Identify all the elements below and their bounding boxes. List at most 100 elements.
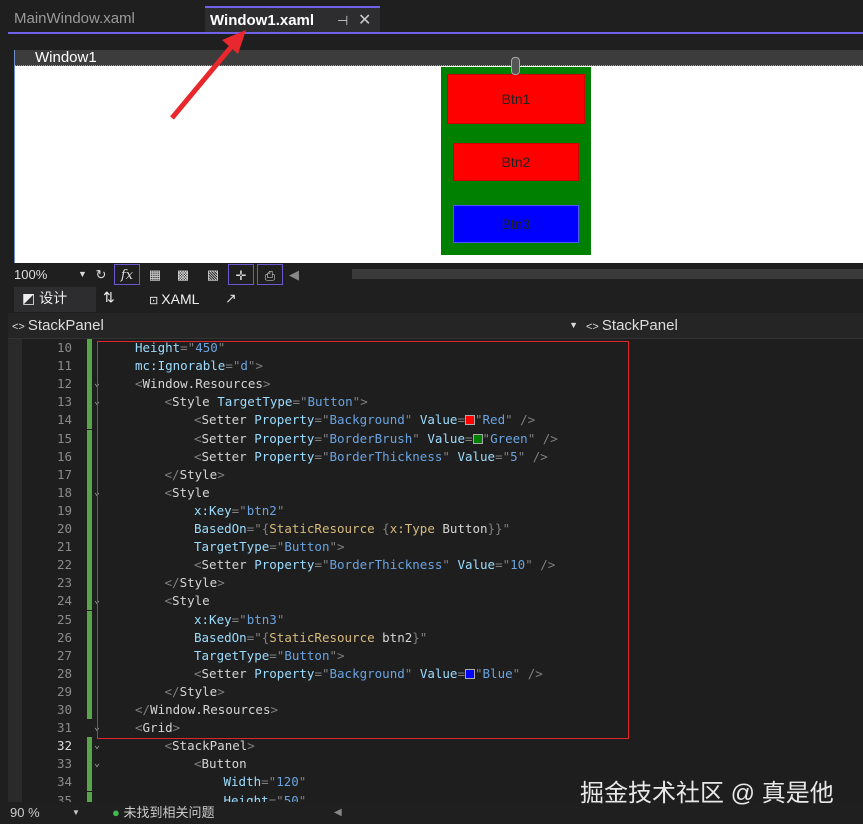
view-switcher: ◩ 设计 ⇅ ⊡ XAML ↗ <box>8 287 863 312</box>
line-number: 18 <box>28 484 72 502</box>
element-icon: <> <box>586 321 602 333</box>
navigation-bar: <> StackPanel ▼ <> StackPanel <box>8 313 863 339</box>
line-number: 15 <box>28 430 72 448</box>
change-marker <box>87 592 92 610</box>
line-number: 27 <box>28 647 72 665</box>
watermark: 掘金技术社区 @ 真是他 <box>580 773 834 808</box>
change-marker <box>87 375 92 393</box>
refresh-icon[interactable]: ↻ <box>92 264 110 285</box>
device-icon[interactable]: ⎙ <box>257 264 283 285</box>
snap-grid-icon[interactable]: ▩ <box>172 264 194 285</box>
line-number: 29 <box>28 683 72 701</box>
checker-icon[interactable]: ▧ <box>202 264 224 285</box>
change-marker <box>87 466 92 484</box>
scroll-left-icon[interactable]: ◀ <box>288 264 300 285</box>
element-dropdown-right[interactable]: <> StackPanel <box>586 317 678 334</box>
highlight-box-annotation <box>97 341 629 739</box>
line-number: 34 <box>28 773 72 791</box>
btn2-preview[interactable]: Btn2 <box>453 143 579 181</box>
line-number: 11 <box>28 357 72 375</box>
change-marker <box>87 755 92 773</box>
dropdown-value: StackPanel <box>602 317 678 334</box>
change-marker <box>87 448 92 466</box>
xaml-tab[interactable]: ⊡ XAML <box>149 291 199 307</box>
grid-icon[interactable]: ▦ <box>144 264 166 285</box>
code-token: < <box>194 756 202 771</box>
line-number: 30 <box>28 701 72 719</box>
change-marker <box>87 773 92 791</box>
line-number: 31 <box>28 719 72 737</box>
line-number: 12 <box>28 375 72 393</box>
line-number: 33 <box>28 755 72 773</box>
code-token: =" <box>261 774 276 789</box>
change-marker <box>87 393 92 411</box>
change-marker <box>87 357 92 375</box>
chevron-down-icon: ▼ <box>569 320 578 330</box>
fx-icon[interactable]: fx <box>114 264 140 285</box>
change-marker <box>87 647 92 665</box>
change-marker <box>87 737 92 755</box>
element-dropdown-left[interactable]: <> StackPanel ▼ <box>12 317 578 334</box>
scroll-left-icon[interactable]: ◀ <box>334 802 342 824</box>
change-marker <box>87 665 92 683</box>
line-number: 28 <box>28 665 72 683</box>
line-number: 22 <box>28 556 72 574</box>
horizontal-scrollbar[interactable] <box>352 269 863 279</box>
chevron-down-icon: ▼ <box>72 802 80 824</box>
xaml-icon: ⊡ <box>149 295 161 307</box>
code-token: 120 <box>276 774 299 789</box>
design-tab[interactable]: ◩ 设计 <box>14 287 96 312</box>
change-marker <box>87 520 92 538</box>
code-line[interactable]: 33 ⌄ <Button <box>8 755 863 773</box>
editor-zoom-dropdown[interactable]: 90 % ▼ <box>10 802 80 824</box>
change-marker <box>87 574 92 592</box>
code-token: < <box>165 738 173 753</box>
line-number: 32 <box>28 737 72 755</box>
line-number: 14 <box>28 411 72 429</box>
check-circle-icon: ● <box>112 805 123 820</box>
line-number: 21 <box>28 538 72 556</box>
change-marker <box>87 611 92 629</box>
code-text: <Button <box>194 755 247 773</box>
change-marker <box>87 629 92 647</box>
code-text: Width="120" <box>224 773 307 791</box>
issues-status[interactable]: ● 未找到相关问题 <box>112 802 214 824</box>
code-text: <StackPanel> <box>165 737 255 755</box>
swap-panes-icon[interactable]: ⇅ <box>103 289 115 306</box>
change-marker <box>87 430 92 448</box>
snap-lines-icon[interactable]: ✛ <box>228 264 254 285</box>
fold-chevron-icon[interactable]: ⌄ <box>94 755 100 773</box>
change-marker <box>87 502 92 520</box>
change-marker <box>87 701 92 719</box>
change-marker <box>87 538 92 556</box>
line-number: 16 <box>28 448 72 466</box>
code-token: Width <box>224 774 262 789</box>
code-token: " <box>299 774 307 789</box>
change-marker <box>87 683 92 701</box>
line-number: 13 <box>28 393 72 411</box>
issues-message: 未找到相关问题 <box>123 805 214 820</box>
change-marker <box>87 411 92 429</box>
line-number: 19 <box>28 502 72 520</box>
design-label: 设计 <box>39 290 67 306</box>
change-marker <box>87 484 92 502</box>
designer-toolbar: 100%▼ ↻ fx ▦ ▩ ▧ ✛ ⎙ ◀ <box>8 263 863 286</box>
btn3-preview[interactable]: Btn3 <box>453 205 579 243</box>
element-icon: <> <box>12 321 28 333</box>
fold-chevron-icon[interactable]: ⌄ <box>94 737 100 755</box>
code-line[interactable]: 32 ⌄ <StackPanel> <box>8 737 863 755</box>
dropdown-value: StackPanel <box>28 317 104 334</box>
zoom-value: 100% <box>14 267 47 282</box>
editor-zoom-value: 90 % <box>10 805 40 820</box>
line-number: 10 <box>28 339 72 357</box>
change-marker <box>87 339 92 357</box>
design-icon: ◩ <box>22 290 39 306</box>
popout-icon[interactable]: ↗ <box>225 290 237 307</box>
change-marker <box>87 556 92 574</box>
zoom-dropdown[interactable]: 100%▼ <box>14 264 90 285</box>
xaml-label: XAML <box>161 291 199 307</box>
line-number: 26 <box>28 629 72 647</box>
code-token: StackPanel <box>172 738 247 753</box>
line-number: 17 <box>28 466 72 484</box>
line-number: 23 <box>28 574 72 592</box>
